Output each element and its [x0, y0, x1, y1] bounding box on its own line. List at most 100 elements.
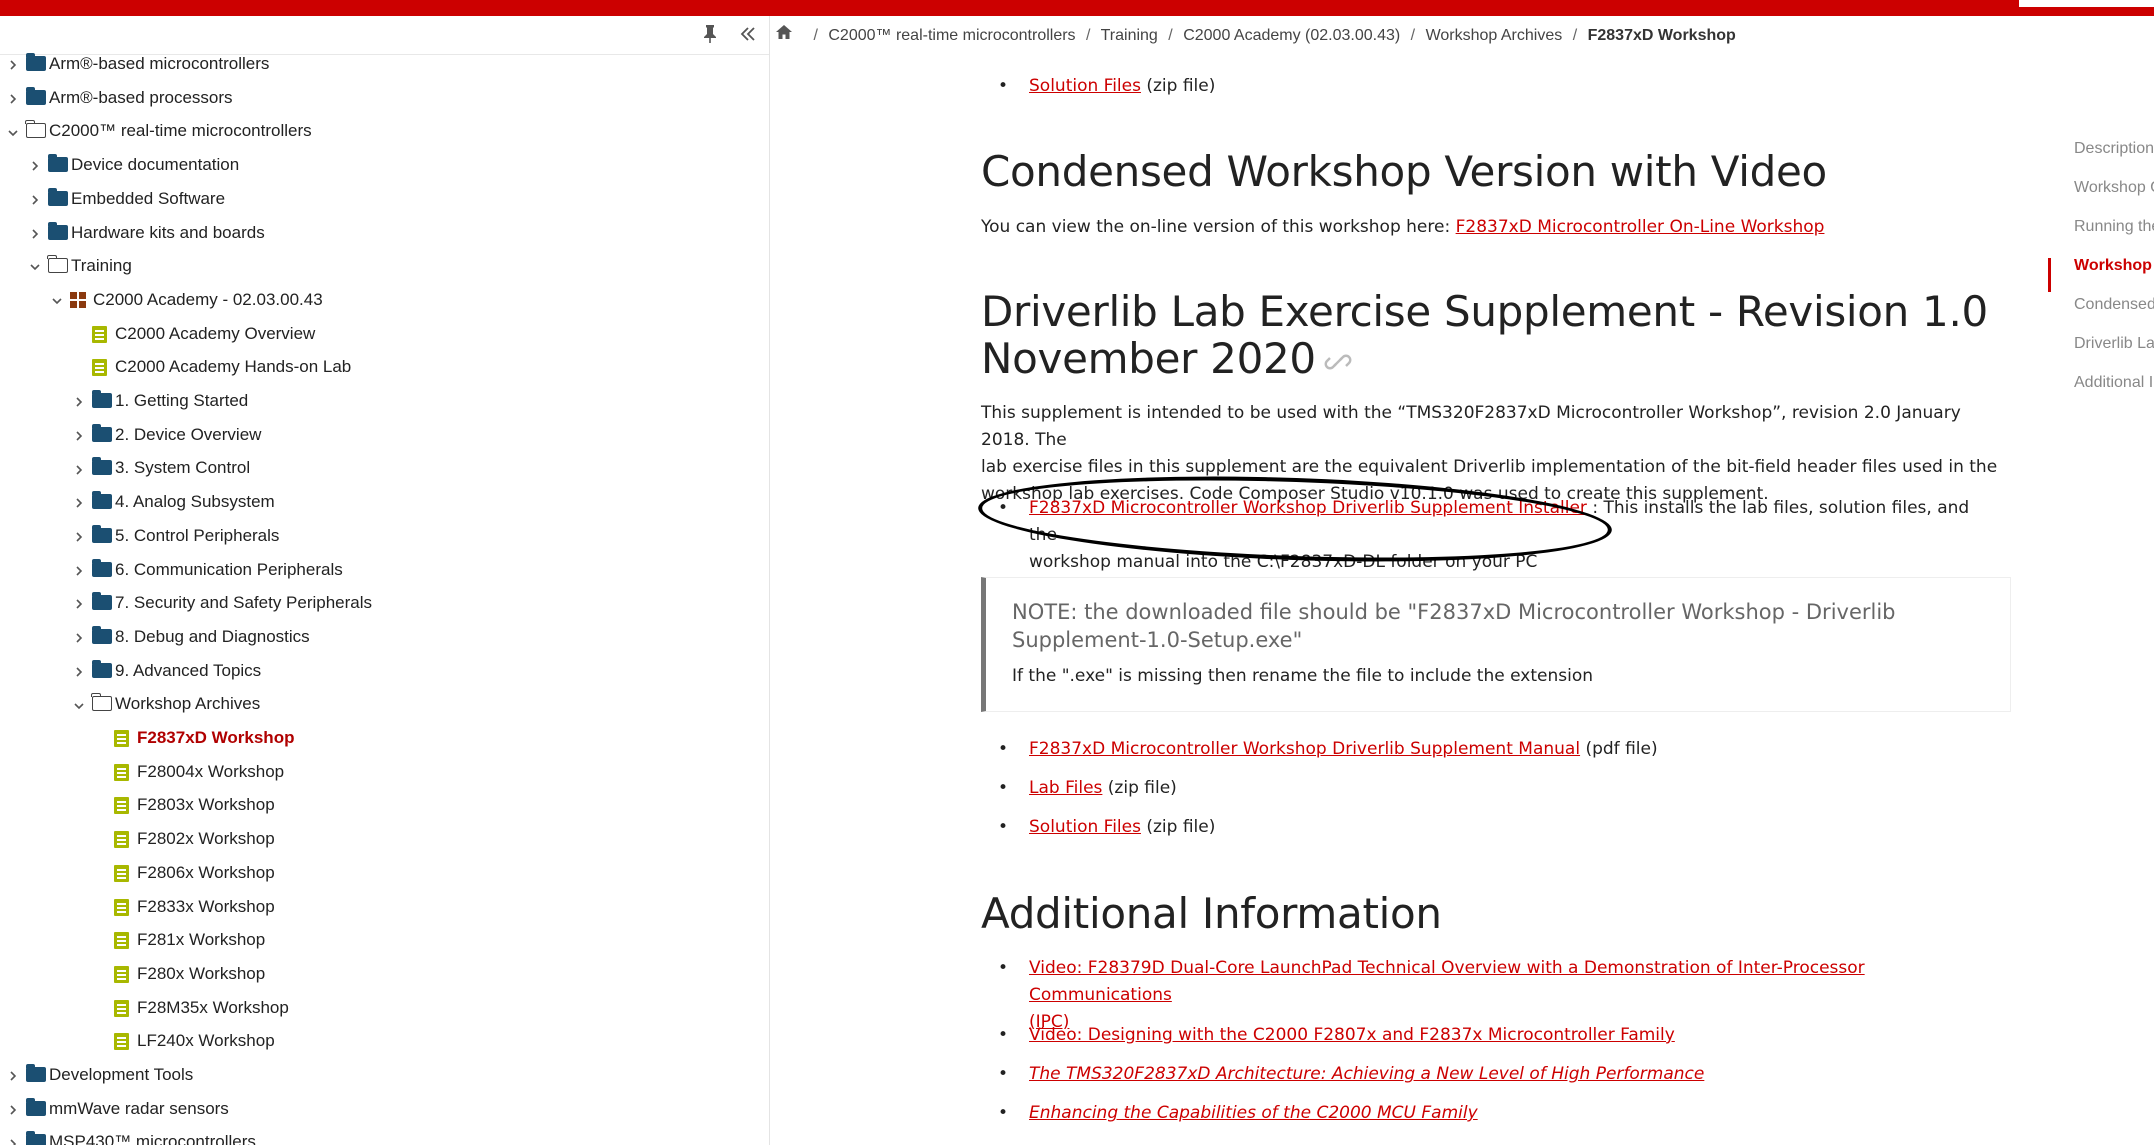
sidebar-item[interactable]: Training	[0, 250, 760, 282]
supplement-installer-link[interactable]: F2837xD Microcontroller Workshop Driverl…	[1029, 498, 1587, 518]
sidebar-item[interactable]: F281x Workshop	[0, 924, 760, 956]
link-anchor-icon[interactable]	[1324, 338, 1352, 385]
sidebar-item[interactable]: Embedded Software	[0, 183, 760, 215]
chevron-right-icon[interactable]	[72, 419, 86, 451]
chevron-right-icon[interactable]	[72, 621, 86, 653]
video-launchpad-link[interactable]: Video: F28379D Dual-Core LaunchPad Techn…	[1029, 958, 1865, 1032]
package-icon	[70, 291, 92, 309]
sidebar-item[interactable]: 8. Debug and Diagnostics	[0, 621, 760, 653]
supplement-manual-link[interactable]: F2837xD Microcontroller Workshop Driverl…	[1029, 739, 1580, 759]
folder-open-icon	[25, 120, 48, 140]
lab-files-link[interactable]: Lab Files	[1029, 778, 1102, 798]
sidebar-item-label: C2000 Academy Overview	[115, 323, 316, 343]
sidebar: Arm®-based microcontrollers Arm®-based pr…	[0, 16, 770, 1145]
folder-icon	[92, 390, 114, 410]
chevron-right-icon[interactable]	[28, 217, 42, 249]
toc-active-indicator	[2048, 258, 2051, 292]
architecture-article-link[interactable]: The TMS320F2837xD Architecture: Achievin…	[1029, 1064, 1704, 1084]
chevron-down-icon[interactable]	[50, 284, 64, 316]
sidebar-item[interactable]: 9. Advanced Topics	[0, 655, 760, 687]
sidebar-item[interactable]: Hardware kits and boards	[0, 217, 760, 249]
chevron-right-icon[interactable]	[6, 1093, 20, 1125]
breadcrumb-c2000[interactable]: C2000™ real-time microcontrollers	[828, 27, 1075, 44]
folder-icon	[26, 53, 48, 73]
chevron-right-icon[interactable]	[28, 149, 42, 181]
sidebar-item[interactable]: F28004x Workshop	[0, 756, 760, 788]
sidebar-item[interactable]: Workshop Archives	[0, 688, 760, 720]
chevron-right-icon[interactable]	[6, 48, 20, 80]
sidebar-item[interactable]: C2000™ real-time microcontrollers	[0, 115, 760, 147]
chevron-right-icon[interactable]	[72, 655, 86, 687]
double-chevron-left-icon[interactable]	[736, 24, 760, 48]
sidebar-item[interactable]: C2000 Academy Hands-on Lab	[0, 351, 760, 383]
video-designing-link[interactable]: Video: Designing with the C2000 F2807x a…	[1029, 1025, 1675, 1045]
sidebar-item[interactable]: Development Tools	[0, 1059, 760, 1091]
sidebar-item[interactable]: F280x Workshop	[0, 958, 760, 990]
chevron-right-icon[interactable]	[6, 1126, 20, 1145]
sidebar-item-label: Embedded Software	[71, 188, 226, 208]
sidebar-item[interactable]: F2802x Workshop	[0, 823, 760, 855]
chevron-right-icon[interactable]	[72, 554, 86, 586]
sidebar-item[interactable]: 6. Communication Peripherals	[0, 554, 760, 586]
folder-icon	[92, 524, 114, 545]
document-icon	[92, 359, 114, 377]
solution-files-link-top[interactable]: Solution Files	[1029, 76, 1141, 96]
table-of-contents: Description Workshop C Running the Workshop…	[2048, 140, 2154, 440]
toc-item[interactable]: Additional I	[2074, 374, 2153, 392]
sidebar-item-label: F2802x Workshop	[137, 829, 275, 849]
breadcrumb-workshop-archives[interactable]: Workshop Archives	[1426, 27, 1563, 44]
pin-icon[interactable]	[698, 24, 722, 48]
sidebar-item[interactable]: Device documentation	[0, 149, 760, 181]
home-icon[interactable]	[775, 16, 795, 56]
sidebar-item[interactable]: 5. Control Peripherals	[0, 520, 760, 552]
sidebar-item[interactable]: 1. Getting Started	[0, 385, 760, 417]
chevron-down-icon[interactable]	[72, 688, 86, 720]
chevron-right-icon[interactable]	[28, 183, 42, 215]
chevron-right-icon[interactable]	[72, 486, 86, 518]
sidebar-item[interactable]: Arm®-based microcontrollers	[0, 48, 760, 80]
chevron-down-icon[interactable]	[6, 115, 20, 147]
breadcrumb-training[interactable]: Training	[1101, 27, 1158, 44]
document-icon	[114, 999, 136, 1017]
breadcrumb-academy[interactable]: C2000 Academy (02.03.00.43)	[1183, 27, 1400, 44]
sidebar-item-label: 9. Advanced Topics	[115, 660, 262, 680]
sidebar-item-label: F28004x Workshop	[137, 761, 285, 781]
sidebar-item[interactable]: C2000 Academy - 02.03.00.43	[0, 284, 760, 316]
sidebar-item[interactable]: F2803x Workshop	[0, 789, 760, 821]
toc-item[interactable]: Driverlib La	[2074, 335, 2154, 353]
enhancing-capabilities-link[interactable]: Enhancing the Capabilities of the C2000 …	[1029, 1103, 1478, 1123]
sidebar-item[interactable]: F2837xD Workshop	[0, 722, 760, 754]
sidebar-item[interactable]: LF240x Workshop	[0, 1025, 760, 1057]
header-search-box[interactable]	[2019, 0, 2154, 7]
sidebar-item[interactable]: F28M35x Workshop	[0, 992, 760, 1024]
sidebar-item[interactable]: mmWave radar sensors	[0, 1093, 760, 1125]
sidebar-item[interactable]: 3. System Control	[0, 452, 760, 484]
chevron-right-icon[interactable]	[72, 452, 86, 484]
sidebar-item[interactable]: Arm®-based processors	[0, 82, 760, 114]
toc-item[interactable]: Workshop	[2074, 257, 2152, 275]
sidebar-item[interactable]: MSP430™ microcontrollers	[0, 1126, 760, 1145]
toc-item[interactable]: Workshop C	[2074, 179, 2154, 197]
chevron-down-icon[interactable]	[28, 250, 42, 282]
sidebar-item[interactable]: F2833x Workshop	[0, 891, 760, 923]
sidebar-item[interactable]: C2000 Academy Overview	[0, 318, 760, 350]
toc-item[interactable]: Running the	[2074, 218, 2154, 236]
sidebar-item[interactable]: 2. Device Overview	[0, 419, 760, 451]
chevron-right-icon[interactable]	[6, 1059, 20, 1091]
folder-icon	[92, 659, 114, 680]
folder-icon	[26, 1064, 48, 1084]
sidebar-item[interactable]: 4. Analog Subsystem	[0, 486, 760, 518]
chevron-right-icon[interactable]	[6, 82, 20, 114]
chevron-right-icon[interactable]	[72, 385, 86, 417]
online-workshop-link[interactable]: F2837xD Microcontroller On-Line Workshop	[1456, 217, 1825, 237]
chevron-right-icon[interactable]	[72, 520, 86, 552]
note-callout: NOTE: the downloaded file should be "F28…	[981, 577, 2011, 712]
sidebar-item[interactable]: 7. Security and Safety Peripherals	[0, 587, 760, 619]
toc-item[interactable]: Condensed	[2074, 296, 2154, 314]
toc-item[interactable]: Description	[2074, 140, 2154, 158]
chevron-right-icon[interactable]	[72, 587, 86, 619]
sidebar-item[interactable]: F2806x Workshop	[0, 857, 760, 889]
top-header-bar	[0, 0, 2154, 16]
sidebar-item-label: Device documentation	[71, 155, 240, 175]
solution-files-link[interactable]: Solution Files	[1029, 817, 1141, 837]
